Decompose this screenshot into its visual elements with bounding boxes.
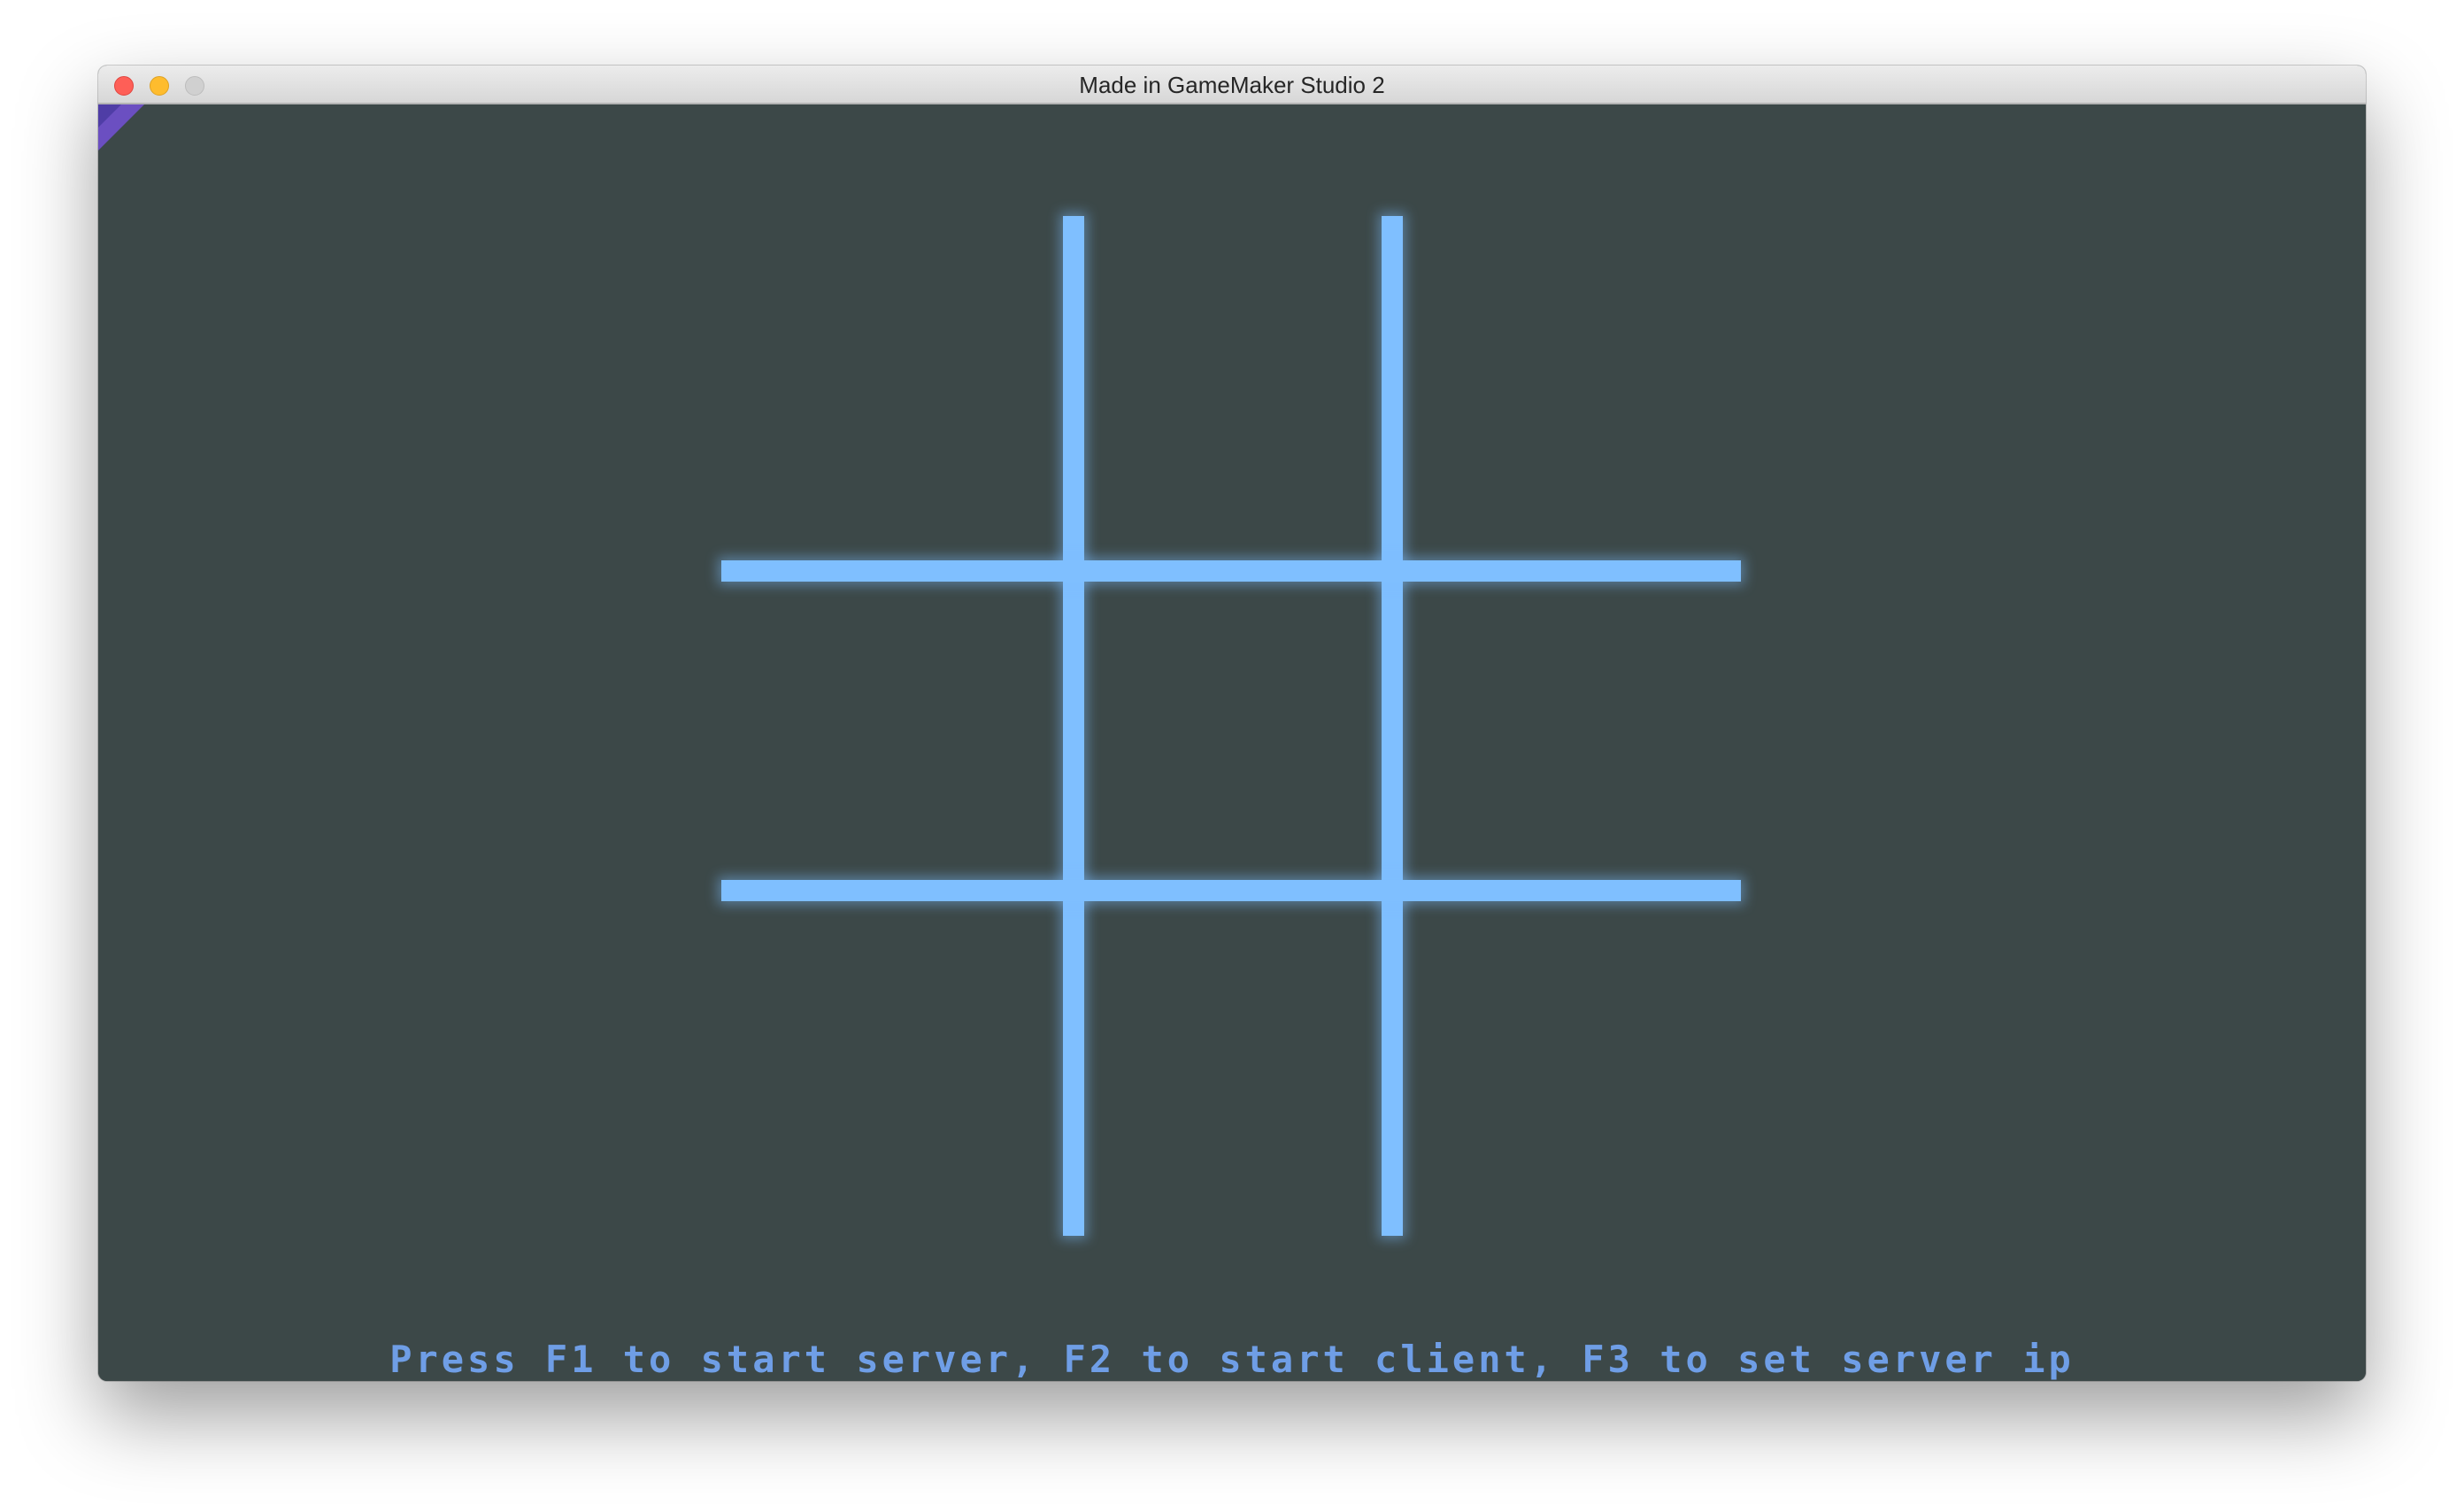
game-window: Made in GameMaker Studio 2 Press F1 to s…: [98, 66, 2366, 1381]
grid-line-vertical-left: [1063, 216, 1084, 1236]
grid-line-vertical-right: [1382, 216, 1403, 1236]
game-canvas[interactable]: Press F1 to start server, F2 to start cl…: [98, 104, 2366, 1381]
window-title: Made in GameMaker Studio 2: [1079, 72, 1385, 98]
corner-logo-shade: [98, 104, 121, 127]
grid-line-horizontal-bottom: [721, 880, 1741, 901]
title-bar[interactable]: Made in GameMaker Studio 2: [98, 66, 2366, 104]
start-instructions-text: Press F1 to start server, F2 to start cl…: [389, 1338, 2075, 1381]
grid-line-horizontal-top: [721, 560, 1741, 582]
